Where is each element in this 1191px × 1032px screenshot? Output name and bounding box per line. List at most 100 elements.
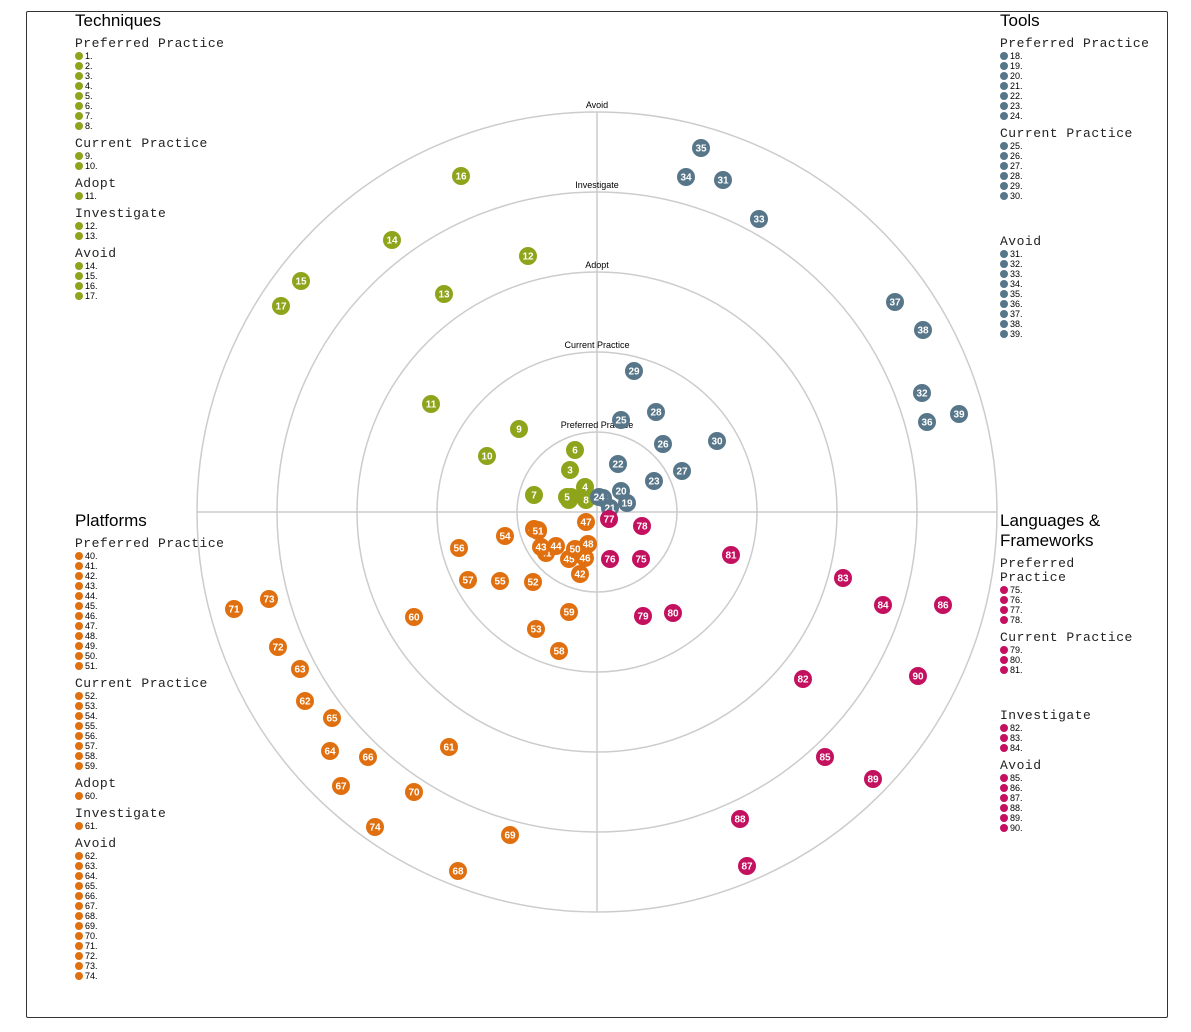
legend-item[interactable]: 58. xyxy=(75,751,245,761)
legend-item[interactable]: 84. xyxy=(1000,743,1140,753)
blip-55[interactable]: 55 xyxy=(491,572,509,590)
legend-item[interactable]: 24. xyxy=(1000,111,1170,121)
blip-57[interactable]: 57 xyxy=(459,571,477,589)
blip-44[interactable]: 44 xyxy=(547,537,565,555)
blip-87[interactable]: 87 xyxy=(738,857,756,875)
blip-25[interactable]: 25 xyxy=(612,411,630,429)
blip-10[interactable]: 10 xyxy=(478,447,496,465)
legend-item[interactable]: 40. xyxy=(75,551,245,561)
legend-item[interactable]: 14. xyxy=(75,261,245,271)
blip-9[interactable]: 9 xyxy=(510,420,528,438)
legend-item[interactable]: 6. xyxy=(75,101,245,111)
legend-item[interactable]: 5. xyxy=(75,91,245,101)
legend-item[interactable]: 45. xyxy=(75,601,245,611)
blip-81[interactable]: 81 xyxy=(722,546,740,564)
blip-56[interactable]: 56 xyxy=(450,539,468,557)
legend-item[interactable]: 25. xyxy=(1000,141,1170,151)
legend-item[interactable]: 81. xyxy=(1000,665,1140,675)
legend-item[interactable]: 60. xyxy=(75,791,245,801)
blip-36[interactable]: 36 xyxy=(918,413,936,431)
legend-item[interactable]: 46. xyxy=(75,611,245,621)
blip-26[interactable]: 26 xyxy=(654,435,672,453)
blip-13[interactable]: 13 xyxy=(435,285,453,303)
blip-70[interactable]: 70 xyxy=(405,783,423,801)
legend-item[interactable]: 79. xyxy=(1000,645,1140,655)
blip-31[interactable]: 31 xyxy=(714,171,732,189)
legend-item[interactable]: 56. xyxy=(75,731,245,741)
legend-item[interactable]: 76. xyxy=(1000,595,1140,605)
blip-86[interactable]: 86 xyxy=(934,596,952,614)
legend-item[interactable]: 51. xyxy=(75,661,245,671)
blip-58[interactable]: 58 xyxy=(550,642,568,660)
legend-item[interactable]: 67. xyxy=(75,901,245,911)
legend-item[interactable]: 90. xyxy=(1000,823,1140,833)
legend-item[interactable]: 62. xyxy=(75,851,245,861)
legend-item[interactable]: 74. xyxy=(75,971,245,981)
blip-77[interactable]: 77 xyxy=(600,510,618,528)
blip-74[interactable]: 74 xyxy=(366,818,384,836)
blip-72[interactable]: 72 xyxy=(269,638,287,656)
legend-item[interactable]: 65. xyxy=(75,881,245,891)
legend-item[interactable]: 83. xyxy=(1000,733,1140,743)
blip-35[interactable]: 35 xyxy=(692,139,710,157)
legend-item[interactable]: 63. xyxy=(75,861,245,871)
blip-11[interactable]: 11 xyxy=(422,395,440,413)
legend-item[interactable]: 82. xyxy=(1000,723,1140,733)
legend-item[interactable]: 71. xyxy=(75,941,245,951)
blip-27[interactable]: 27 xyxy=(673,462,691,480)
legend-item[interactable]: 18. xyxy=(1000,51,1170,61)
blip-29[interactable]: 29 xyxy=(625,362,643,380)
blip-37[interactable]: 37 xyxy=(886,293,904,311)
blip-5[interactable]: 5 xyxy=(558,488,576,506)
legend-item[interactable]: 54. xyxy=(75,711,245,721)
legend-item[interactable]: 55. xyxy=(75,721,245,731)
blip-28[interactable]: 28 xyxy=(647,403,665,421)
blip-33[interactable]: 33 xyxy=(750,210,768,228)
blip-88[interactable]: 88 xyxy=(731,810,749,828)
legend-item[interactable]: 31. xyxy=(1000,249,1170,259)
legend-item[interactable]: 53. xyxy=(75,701,245,711)
legend-item[interactable]: 4. xyxy=(75,81,245,91)
legend-item[interactable]: 21. xyxy=(1000,81,1170,91)
legend-item[interactable]: 50. xyxy=(75,651,245,661)
blip-75[interactable]: 75 xyxy=(632,550,650,568)
legend-item[interactable]: 10. xyxy=(75,161,245,171)
legend-item[interactable]: 57. xyxy=(75,741,245,751)
legend-item[interactable]: 73. xyxy=(75,961,245,971)
blip-68[interactable]: 68 xyxy=(449,862,467,880)
blip-52[interactable]: 52 xyxy=(524,573,542,591)
legend-item[interactable]: 17. xyxy=(75,291,245,301)
blip-85[interactable]: 85 xyxy=(816,748,834,766)
blip-14[interactable]: 14 xyxy=(383,231,401,249)
legend-item[interactable]: 30. xyxy=(1000,191,1170,201)
blip-67[interactable]: 67 xyxy=(332,777,350,795)
blip-17[interactable]: 17 xyxy=(272,297,290,315)
blip-53[interactable]: 53 xyxy=(527,620,545,638)
legend-item[interactable]: 28. xyxy=(1000,171,1170,181)
blip-42[interactable]: 42 xyxy=(571,565,589,583)
legend-item[interactable]: 29. xyxy=(1000,181,1170,191)
legend-item[interactable]: 27. xyxy=(1000,161,1170,171)
legend-item[interactable]: 13. xyxy=(75,231,245,241)
legend-item[interactable]: 2. xyxy=(75,61,245,71)
blip-89[interactable]: 89 xyxy=(864,770,882,788)
legend-item[interactable]: 70. xyxy=(75,931,245,941)
blip-47[interactable]: 47 xyxy=(577,513,595,531)
legend-item[interactable]: 80. xyxy=(1000,655,1140,665)
legend-item[interactable]: 87. xyxy=(1000,793,1140,803)
blip-3[interactable]: 3 xyxy=(561,461,579,479)
legend-item[interactable]: 35. xyxy=(1000,289,1170,299)
legend-item[interactable]: 16. xyxy=(75,281,245,291)
legend-item[interactable]: 33. xyxy=(1000,269,1170,279)
legend-item[interactable]: 59. xyxy=(75,761,245,771)
blip-30[interactable]: 30 xyxy=(708,432,726,450)
blip-38[interactable]: 38 xyxy=(914,321,932,339)
legend-item[interactable]: 9. xyxy=(75,151,245,161)
legend-item[interactable]: 89. xyxy=(1000,813,1140,823)
legend-item[interactable]: 39. xyxy=(1000,329,1170,339)
blip-6[interactable]: 6 xyxy=(566,441,584,459)
legend-item[interactable]: 85. xyxy=(1000,773,1140,783)
legend-item[interactable]: 86. xyxy=(1000,783,1140,793)
blip-76[interactable]: 76 xyxy=(601,550,619,568)
legend-item[interactable]: 52. xyxy=(75,691,245,701)
